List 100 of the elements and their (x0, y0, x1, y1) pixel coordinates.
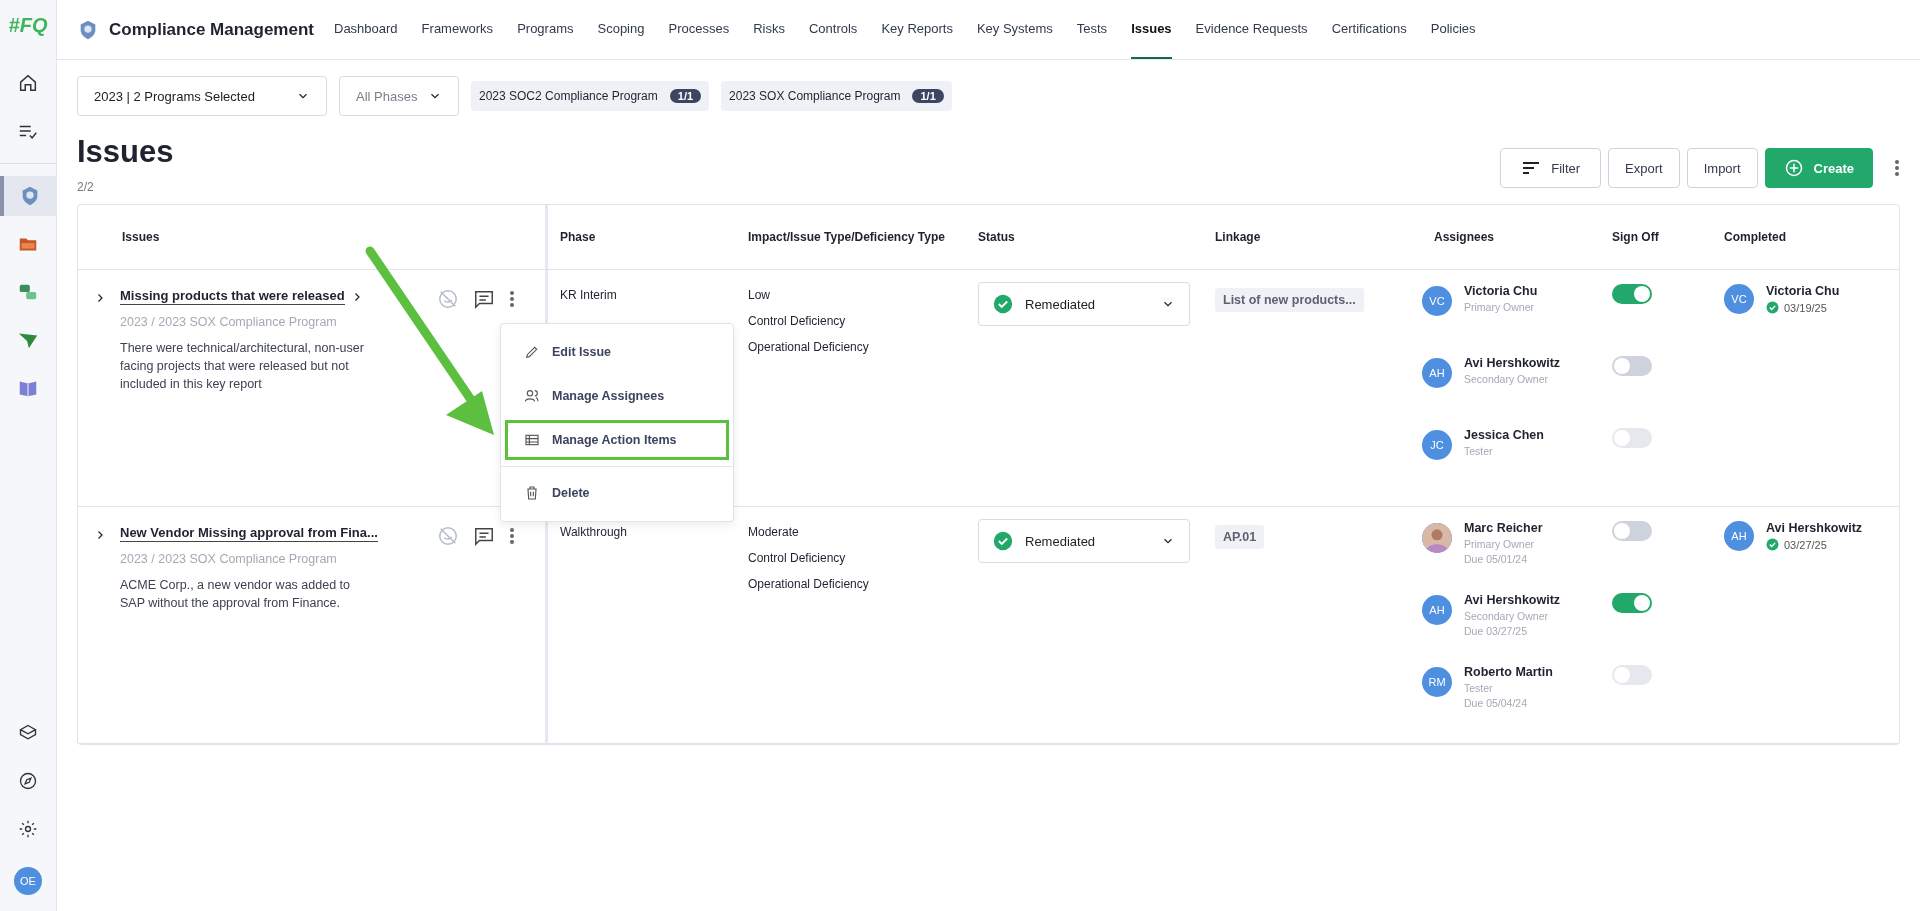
completed-by-name: Victoria Chu (1766, 284, 1840, 298)
status-select[interactable]: Remediated (978, 519, 1190, 563)
assignee-name: Marc Reicher (1464, 521, 1543, 535)
due-date: Due 05/04/24 (1464, 697, 1529, 709)
linkage-tag[interactable]: List of new products... (1215, 288, 1364, 312)
phase-text: KR Interim (560, 288, 617, 302)
action-button[interactable]: Import (1686, 148, 1758, 188)
nav-tab[interactable]: Key Systems (976, 0, 1053, 59)
impact-text: Control Deficiency (748, 314, 847, 328)
due-date: Due 05/01/24 (1464, 553, 1529, 565)
program-name: 2023 / 2023 SOX Compliance Program (120, 315, 338, 329)
more-icon[interactable] (509, 290, 515, 308)
check-icon (1766, 301, 1779, 314)
avatar: AH (1724, 521, 1754, 551)
avatar: JC (1422, 430, 1452, 460)
nav-tab[interactable]: Scoping (597, 0, 645, 59)
due-date: Due 03/27/25 (1464, 625, 1529, 637)
assignee-role: Primary Owner (1464, 538, 1535, 550)
program-name: 2023 / 2023 SOX Compliance Program (120, 552, 338, 566)
nav-tab[interactable]: Policies (1430, 0, 1476, 59)
sign-off-toggle[interactable] (1612, 356, 1652, 376)
avatar-photo-icon (1422, 523, 1452, 553)
assignee-role: Secondary Owner (1464, 373, 1550, 385)
column-header: Phase (560, 230, 596, 244)
avatar: AH (1422, 595, 1452, 625)
app-logo: #FQ (8, 14, 48, 37)
more-icon[interactable] (509, 527, 515, 545)
nav-tab[interactable]: Tests (1076, 0, 1108, 59)
more-icon[interactable] (1894, 159, 1900, 177)
avatar: VC (1724, 284, 1754, 314)
shield-icon[interactable] (0, 176, 57, 216)
filter-button[interactable]: Filter (1500, 148, 1602, 188)
issue-title-link[interactable]: Missing products that were released (120, 288, 345, 305)
phase-text: Walkthrough (560, 525, 627, 539)
column-header: Linkage (1215, 230, 1261, 244)
assignee-name: Roberto Martin (1464, 665, 1553, 679)
column-header: Status (978, 230, 1015, 244)
avatar: AH (1422, 358, 1452, 388)
table-icon (524, 432, 540, 448)
assignee-name: Victoria Chu (1464, 284, 1538, 298)
chip-label: 2023 SOX Compliance Program (729, 89, 901, 103)
nav-tab[interactable]: Controls (808, 0, 858, 59)
issue-title-link[interactable]: New Vendor Missing approval from Fina... (120, 525, 378, 542)
avatar: VC (1422, 286, 1452, 316)
comment-icon[interactable] (473, 288, 495, 310)
assignee-name: Avi Hershkowitz (1464, 593, 1561, 607)
phase-select[interactable]: All Phases (339, 76, 459, 116)
nav-tab[interactable]: Certifications (1331, 0, 1407, 59)
assignee-role: Secondary Owner (1464, 610, 1550, 622)
completed-date: 03/27/25 (1784, 538, 1827, 551)
pencil-icon (524, 344, 540, 360)
column-header: Impact/Issue Type/Deficiency Type (748, 230, 945, 244)
check-icon (993, 294, 1013, 314)
result-count: 2/2 (77, 180, 95, 194)
impact-text: Operational Deficiency (748, 340, 870, 354)
check-icon (993, 531, 1013, 551)
sign-off-toggle[interactable] (1612, 593, 1652, 613)
people-icon (524, 388, 540, 404)
impact-text: Low (748, 288, 771, 302)
nav-tab[interactable]: Programs (517, 0, 574, 59)
column-header: Issues (122, 230, 160, 244)
plus-circle-icon (1783, 158, 1804, 178)
impact-text: Control Deficiency (748, 551, 847, 565)
status-select[interactable]: Remediated (978, 282, 1190, 326)
assignee-role: Primary Owner (1464, 301, 1535, 313)
nav-tab[interactable]: Risks (753, 0, 785, 59)
count-badge: 1/1 (669, 89, 702, 103)
chip-label: 2023 SOC2 Compliance Program (479, 89, 658, 103)
nav-tab[interactable]: Key Reports (881, 0, 953, 59)
assignee-role: Tester (1464, 445, 1494, 457)
trash-icon (524, 485, 540, 501)
nav-tab[interactable]: Processes (668, 0, 730, 59)
avatar: RM (1422, 667, 1452, 697)
action-button[interactable]: Export (1608, 148, 1680, 188)
nav-tab[interactable]: Dashboard (334, 0, 398, 59)
sign-off-toggle[interactable] (1612, 284, 1652, 304)
issue-description: ACME Corp., a new vendor was added to SAP without the approval from Finance. (120, 577, 351, 612)
comment-icon[interactable] (473, 525, 495, 547)
program-select[interactable]: 2023 | 2 Programs Selected (77, 76, 327, 116)
column-header: Sign Off (1612, 230, 1659, 244)
nav-tab[interactable]: Frameworks (421, 0, 494, 59)
count-badge: 1/1 (912, 89, 944, 103)
assignee-name: Avi Hershkowitz (1464, 356, 1561, 370)
impact-text: Moderate (748, 525, 800, 539)
linkage-tag[interactable]: AP.01 (1215, 525, 1265, 549)
menu-item[interactable]: Manage Action Items (505, 420, 729, 460)
column-header: Completed (1724, 230, 1786, 244)
completed-by-name: Avi Hershkowitz (1766, 521, 1863, 535)
nav-tab[interactable]: Issues (1131, 0, 1172, 59)
filter-icon (1521, 160, 1542, 176)
app-title: Compliance Management (109, 19, 314, 40)
page-title: Issues (77, 134, 174, 170)
sign-off-toggle[interactable] (1612, 521, 1652, 541)
check-icon (1766, 538, 1779, 551)
impact-text: Operational Deficiency (748, 577, 870, 591)
completed-date: 03/19/25 (1784, 301, 1827, 314)
issue-description: There were technical/architectural, non-user facing projects that were released but not included in this key report (120, 340, 365, 393)
nav-tab[interactable]: Evidence Requests (1195, 0, 1308, 59)
assignee-name: Jessica Chen (1464, 428, 1544, 442)
assignee-role: Tester (1464, 682, 1494, 694)
